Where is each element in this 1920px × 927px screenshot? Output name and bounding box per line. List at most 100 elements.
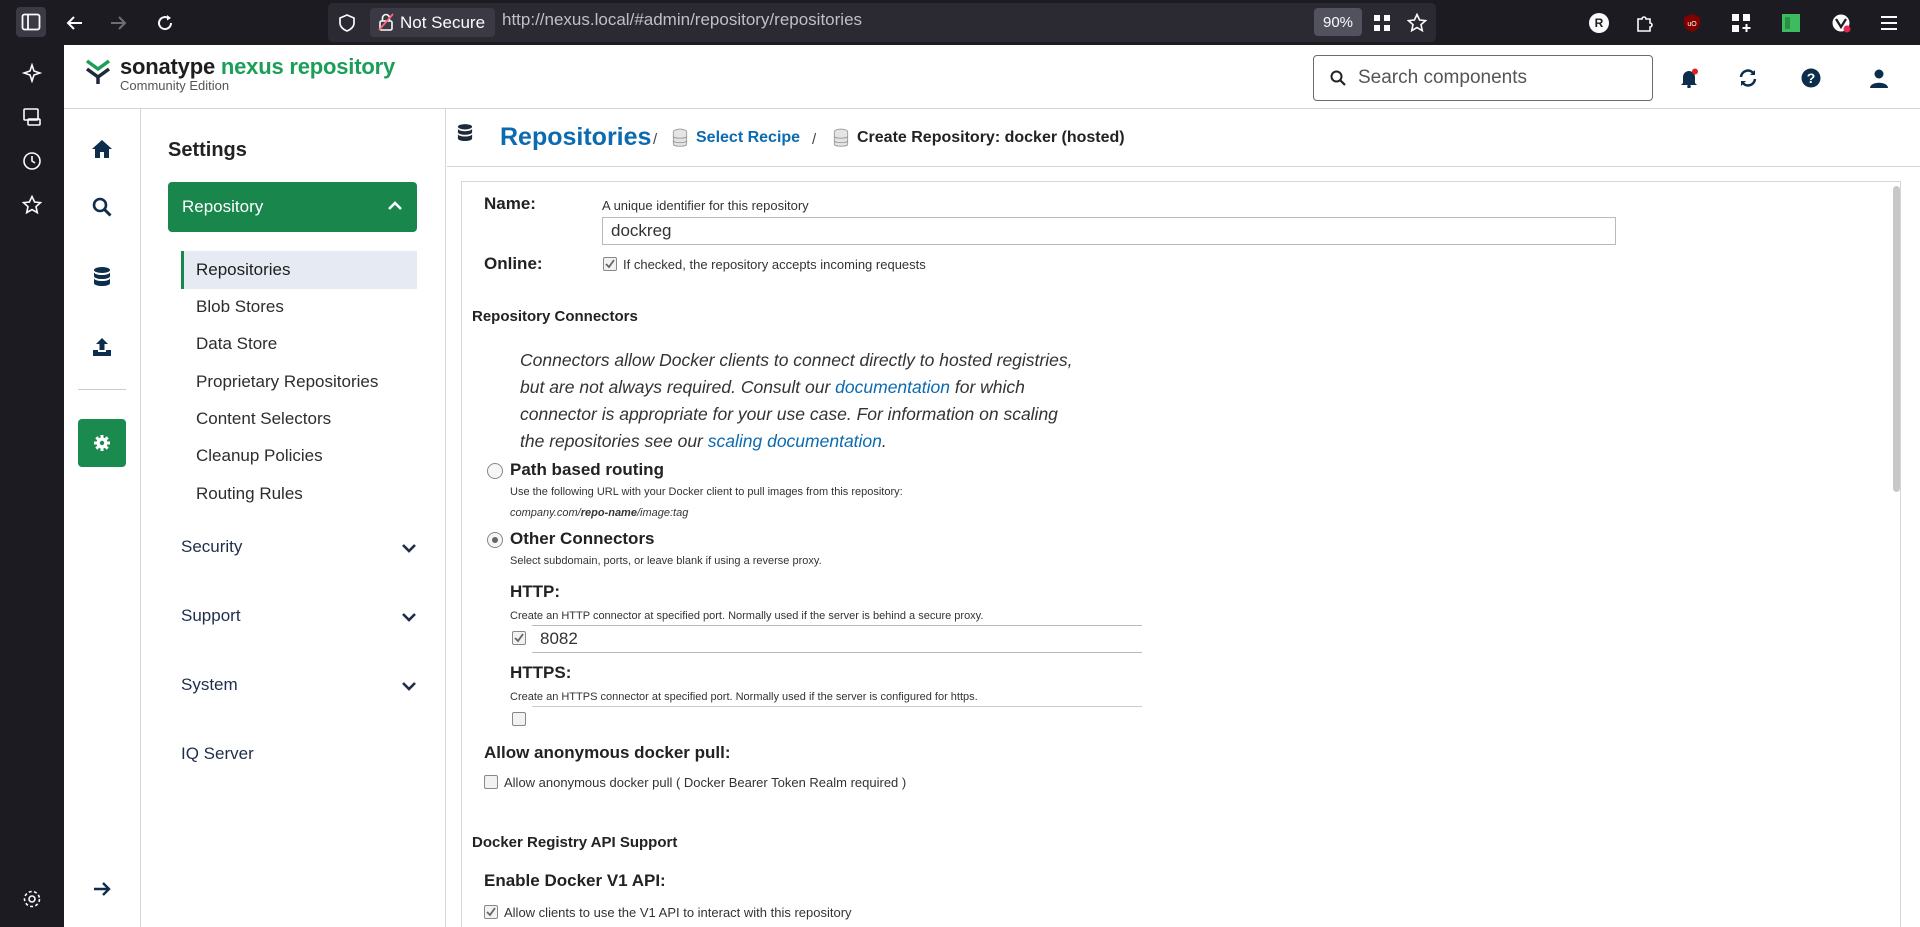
settings-group-support[interactable]: Support xyxy=(181,601,417,631)
chevron-up-icon xyxy=(387,198,403,214)
path-routing-label: Path based routing xyxy=(510,460,664,479)
chevron-down-icon xyxy=(401,678,417,694)
upload-icon[interactable] xyxy=(78,323,126,371)
http-checkbox[interactable] xyxy=(512,631,526,645)
enable-v1-api-label: Enable Docker V1 API: xyxy=(484,871,666,890)
other-connectors-label: Other Connectors xyxy=(510,529,655,548)
expand-arrow-icon[interactable] xyxy=(78,865,126,913)
path-example-image: /image:tag xyxy=(636,507,689,519)
profile-r-icon[interactable]: R xyxy=(1585,9,1613,37)
sidebar-toggle-icon[interactable] xyxy=(16,7,46,37)
zoom-level-badge[interactable]: 90% xyxy=(1314,8,1363,36)
settings-item-cleanup-policies[interactable]: Cleanup Policies xyxy=(181,437,417,475)
form-scrollbar[interactable] xyxy=(1893,186,1900,492)
ai-sparkle-icon[interactable] xyxy=(18,59,46,87)
settings-item-data-store[interactable]: Data Store xyxy=(181,325,417,363)
repository-section-header[interactable]: Repository xyxy=(168,182,417,232)
svg-text:?: ? xyxy=(1807,70,1816,86)
user-account-icon[interactable] xyxy=(1866,65,1892,91)
url-text[interactable]: http://nexus.local/#admin/repository/rep… xyxy=(502,10,862,30)
refresh-icon[interactable] xyxy=(1735,65,1761,91)
nexus-logo[interactable]: sonatype nexus repository Community Edit… xyxy=(84,55,395,93)
help-icon[interactable]: ? xyxy=(1798,65,1824,91)
settings-group-iq-server[interactable]: IQ Server xyxy=(181,739,417,769)
database-icon[interactable] xyxy=(78,253,126,301)
puzzle-extension-icon[interactable] xyxy=(1631,9,1659,37)
edition-label: Community Edition xyxy=(120,78,230,93)
path-example-repo: repo-name xyxy=(580,507,637,519)
browser-sidebar xyxy=(0,45,64,927)
online-label: Online: xyxy=(484,254,543,273)
security-label: Security xyxy=(181,537,243,556)
bookmark-star-icon[interactable] xyxy=(1403,9,1431,37)
connectors-text-3: . xyxy=(881,431,887,451)
recipe-db-icon xyxy=(672,128,688,148)
green-extension-icon[interactable] xyxy=(1777,9,1805,37)
breadcrumb-select-recipe[interactable]: Select Recipe xyxy=(672,128,800,148)
anonymous-pull-label: Allow anonymous docker pull: xyxy=(484,743,731,762)
customize-gear-icon[interactable] xyxy=(18,885,46,913)
main-content: Repositories / Select Recipe / Create Re… xyxy=(447,109,1920,927)
insecure-lock-icon xyxy=(378,13,394,31)
scaling-documentation-link[interactable]: scaling documentation xyxy=(708,431,882,451)
support-label: Support xyxy=(181,606,241,625)
settings-panel: Settings Repository Repositories Blob St… xyxy=(141,109,446,927)
breadcrumb-separator: / xyxy=(812,131,817,148)
brand-sonatype: sonatype xyxy=(120,54,221,79)
reload-icon[interactable] xyxy=(151,9,179,37)
anonymous-pull-help: Allow anonymous docker pull ( Docker Bea… xyxy=(504,775,907,790)
name-input[interactable]: dockreg xyxy=(602,217,1616,245)
docker-api-support-title: Docker Registry API Support xyxy=(472,834,678,851)
back-icon[interactable] xyxy=(61,9,89,37)
extensions-grid-icon[interactable] xyxy=(1368,9,1396,37)
system-label: System xyxy=(181,675,238,694)
enable-v1-api-checkbox[interactable] xyxy=(484,905,498,919)
http-help: Create an HTTP connector at specified po… xyxy=(510,610,984,622)
chevron-down-icon xyxy=(401,540,417,556)
chevron-down-icon xyxy=(401,609,417,625)
browser-toolbar: Not Secure http://nexus.local/#admin/rep… xyxy=(0,0,1920,45)
notifications-bell-icon[interactable] xyxy=(1676,65,1702,91)
breadcrumb-create-repository: Create Repository: docker (hosted) xyxy=(833,128,1125,148)
create-repository-label: Create Repository: docker (hosted) xyxy=(857,129,1125,146)
online-checkbox[interactable] xyxy=(603,257,617,271)
https-checkbox[interactable] xyxy=(512,712,526,726)
http-label: HTTP: xyxy=(510,582,561,601)
forward-icon[interactable] xyxy=(104,9,132,37)
anonymous-pull-checkbox[interactable] xyxy=(484,775,498,789)
settings-item-blob-stores[interactable]: Blob Stores xyxy=(181,288,417,326)
name-help: A unique identifier for this repository xyxy=(602,198,809,213)
settings-item-repositories[interactable]: Repositories xyxy=(181,251,417,289)
documentation-link[interactable]: documentation xyxy=(835,377,950,397)
breadcrumb-repositories[interactable]: Repositories xyxy=(500,123,651,152)
tab-manager-icon[interactable] xyxy=(1727,9,1755,37)
home-icon[interactable] xyxy=(78,125,126,173)
enable-v1-api-help: Allow clients to use the V1 API to inter… xyxy=(504,905,852,920)
search-components-input[interactable]: Search components xyxy=(1313,55,1653,101)
vpn-extension-icon[interactable] xyxy=(1827,9,1855,37)
search-icon xyxy=(1330,70,1346,86)
settings-item-content-selectors[interactable]: Content Selectors xyxy=(181,400,417,438)
other-connectors-radio[interactable] xyxy=(487,532,503,548)
select-recipe-label: Select Recipe xyxy=(696,129,801,146)
settings-group-system[interactable]: System xyxy=(181,670,417,700)
bookmarks-star-icon[interactable] xyxy=(18,191,46,219)
url-host: http://nexus.local/ xyxy=(502,10,635,29)
ublock-icon[interactable]: uO xyxy=(1678,9,1706,37)
http-port-input[interactable]: 8082 xyxy=(532,625,1142,653)
settings-gear-icon[interactable] xyxy=(78,419,126,467)
synced-tabs-icon[interactable] xyxy=(18,103,46,131)
tracking-shield-icon[interactable] xyxy=(333,9,361,37)
history-clock-icon[interactable] xyxy=(18,147,46,175)
browse-search-icon[interactable] xyxy=(78,183,126,231)
path-routing-radio[interactable] xyxy=(487,463,503,479)
settings-group-security[interactable]: Security xyxy=(181,532,417,562)
settings-item-proprietary-repositories[interactable]: Proprietary Repositories xyxy=(181,363,417,401)
menu-hamburger-icon[interactable] xyxy=(1875,9,1903,37)
https-help: Create an HTTPS connector at specified p… xyxy=(510,691,978,703)
https-port-input[interactable] xyxy=(532,706,1142,707)
nav-rail xyxy=(64,109,141,927)
settings-item-routing-rules[interactable]: Routing Rules xyxy=(181,475,417,513)
not-secure-badge[interactable]: Not Secure xyxy=(370,8,496,37)
sonatype-logo-icon xyxy=(84,55,112,85)
